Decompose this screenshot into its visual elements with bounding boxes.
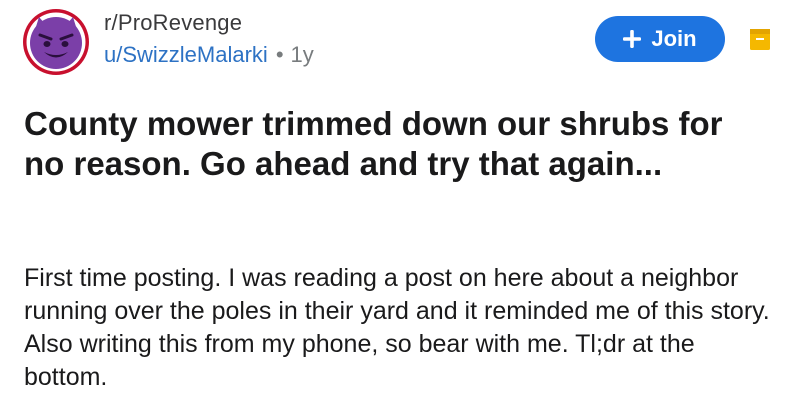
post-body: First time posting. I was reading a post… [24,264,770,391]
byline-separator: • [275,42,284,67]
byline: u/SwizzleMalarki • 1y [104,42,314,68]
post-title[interactable]: County mower trimmed down our shrubs for… [24,104,764,184]
devil-face-icon [23,9,89,75]
join-label: Join [651,26,697,51]
subreddit-avatar[interactable] [22,8,90,76]
plus-icon [623,30,642,48]
post-header: r/ProRevenge u/SwizzleMalarki • 1y Join [0,0,800,90]
author-username[interactable]: u/SwizzleMalarki [104,42,268,67]
post-meta: r/ProRevenge u/SwizzleMalarki • 1y [104,10,314,68]
post-age: 1y [290,42,314,67]
join-button[interactable]: Join [595,16,725,62]
subreddit-name[interactable]: r/ProRevenge [104,10,314,36]
folder-icon[interactable] [749,27,771,51]
